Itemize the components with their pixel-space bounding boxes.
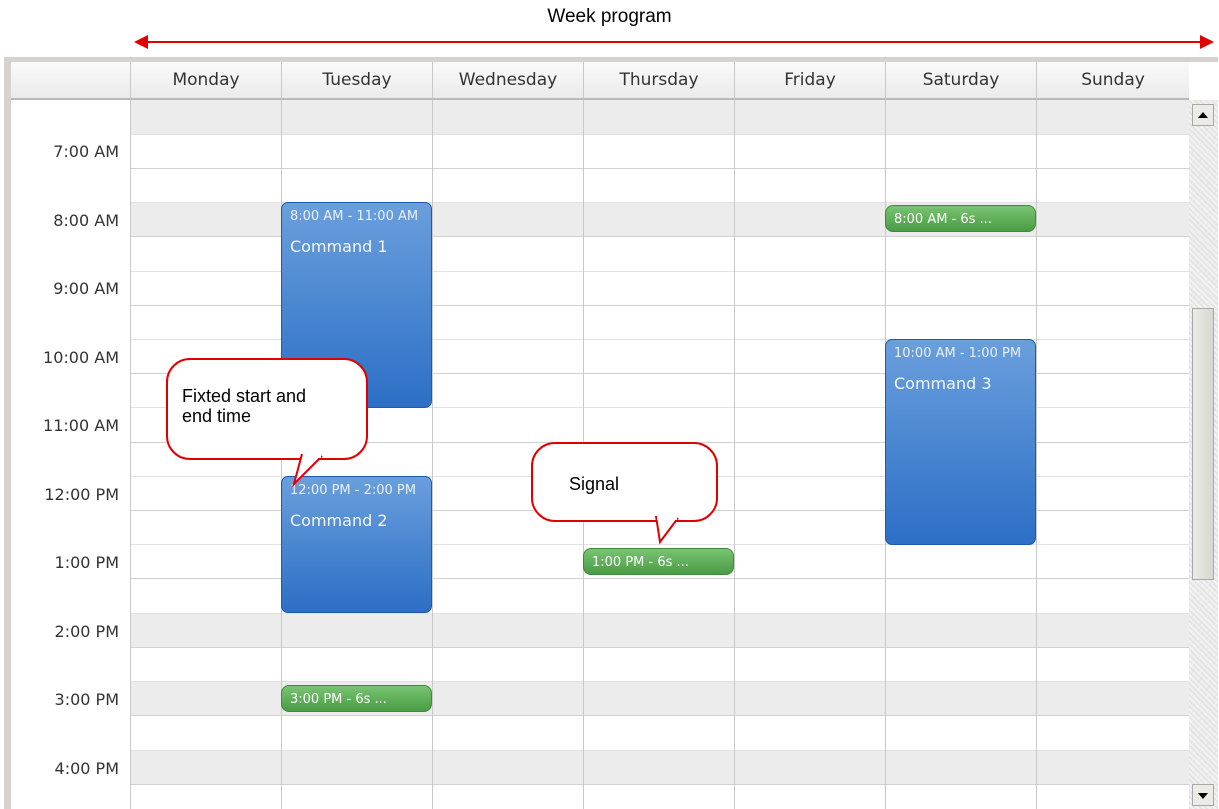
time-label: 3:00 PM	[54, 690, 119, 709]
day-column-line	[734, 100, 735, 809]
time-label: 9:00 AM	[53, 279, 119, 298]
appointment-time: 10:00 AM - 1:00 PM	[894, 346, 1022, 361]
half-hour-line	[130, 681, 1189, 682]
appointment-subject: Command 2	[290, 511, 388, 530]
time-label: 8:00 AM	[53, 211, 119, 230]
vertical-scrollbar[interactable]	[1189, 100, 1218, 809]
hour-line	[130, 715, 1189, 716]
hour-line	[130, 784, 1189, 785]
day-column-line	[1036, 100, 1037, 809]
callout-text: Signal	[569, 474, 619, 494]
callout-line: end time	[182, 406, 252, 426]
arrow-right-icon	[1200, 35, 1214, 49]
arrow-left-icon	[134, 35, 148, 49]
hour-line	[130, 647, 1189, 648]
half-hour-line	[130, 134, 1189, 135]
day-column-line	[432, 100, 433, 809]
day-header-tuesday[interactable]: Tuesday	[281, 62, 432, 98]
time-label: 12:00 PM	[44, 485, 119, 504]
day-header-wednesday[interactable]: Wednesday	[432, 62, 583, 98]
time-label: 2:00 PM	[54, 622, 119, 641]
callout-text: Fixted start and end time	[182, 386, 306, 426]
appointment-subject: Command 3	[894, 374, 992, 393]
time-label: 7:00 AM	[53, 142, 119, 161]
appointment-time: 8:00 AM - 11:00 AM	[290, 209, 419, 224]
week-span-arrow-line	[138, 41, 1212, 43]
time-label: 10:00 AM	[43, 348, 119, 367]
triangle-up-icon	[1198, 112, 1208, 118]
day-header-saturday[interactable]: Saturday	[885, 62, 1036, 98]
half-hour-line	[130, 750, 1189, 751]
time-label: 1:00 PM	[54, 553, 119, 572]
appointment-command-3[interactable]: 10:00 AM - 1:00 PM Command 3	[885, 339, 1036, 545]
day-header-sunday[interactable]: Sunday	[1036, 62, 1189, 98]
day-header-row: Monday Tuesday Wednesday Thursday Friday…	[11, 62, 1189, 100]
time-slot-row[interactable]	[130, 613, 1189, 647]
appointment-subject: Command 1	[290, 237, 388, 256]
day-column-line	[130, 100, 131, 809]
week-program-title: Week program	[547, 6, 672, 27]
time-label: 4:00 PM	[54, 759, 119, 778]
callout-line: Signal	[569, 474, 620, 494]
callout-signal: Signal	[531, 442, 718, 522]
callout-tail	[292, 454, 323, 488]
day-header-friday[interactable]: Friday	[734, 62, 885, 98]
signal-event[interactable]: 1:00 PM - 6s ...	[583, 548, 734, 575]
callout-tail	[655, 516, 679, 545]
signal-event[interactable]: 8:00 AM - 6s ...	[885, 205, 1036, 232]
signal-event[interactable]: 3:00 PM - 6s ...	[281, 685, 432, 712]
day-header-monday[interactable]: Monday	[130, 62, 281, 98]
time-label: 11:00 AM	[43, 416, 119, 435]
day-header-thursday[interactable]: Thursday	[583, 62, 734, 98]
scroll-thumb[interactable]	[1192, 308, 1214, 580]
hour-line	[130, 168, 1189, 169]
callout-fixed-time: Fixted start and end time	[166, 358, 368, 460]
triangle-down-icon	[1198, 793, 1208, 799]
appointment-command-2[interactable]: 12:00 PM - 2:00 PM Command 2	[281, 476, 432, 613]
time-slot-row[interactable]	[130, 100, 1189, 134]
callout-line: Fixted start and	[182, 386, 307, 406]
time-slot-row[interactable]	[130, 750, 1189, 784]
scroll-up-button[interactable]	[1192, 104, 1214, 126]
scroll-down-button[interactable]	[1192, 784, 1214, 806]
half-hour-line	[130, 613, 1189, 614]
time-ruler: 7:00 AM 8:00 AM 9:00 AM 10:00 AM 11:00 A…	[11, 100, 130, 809]
